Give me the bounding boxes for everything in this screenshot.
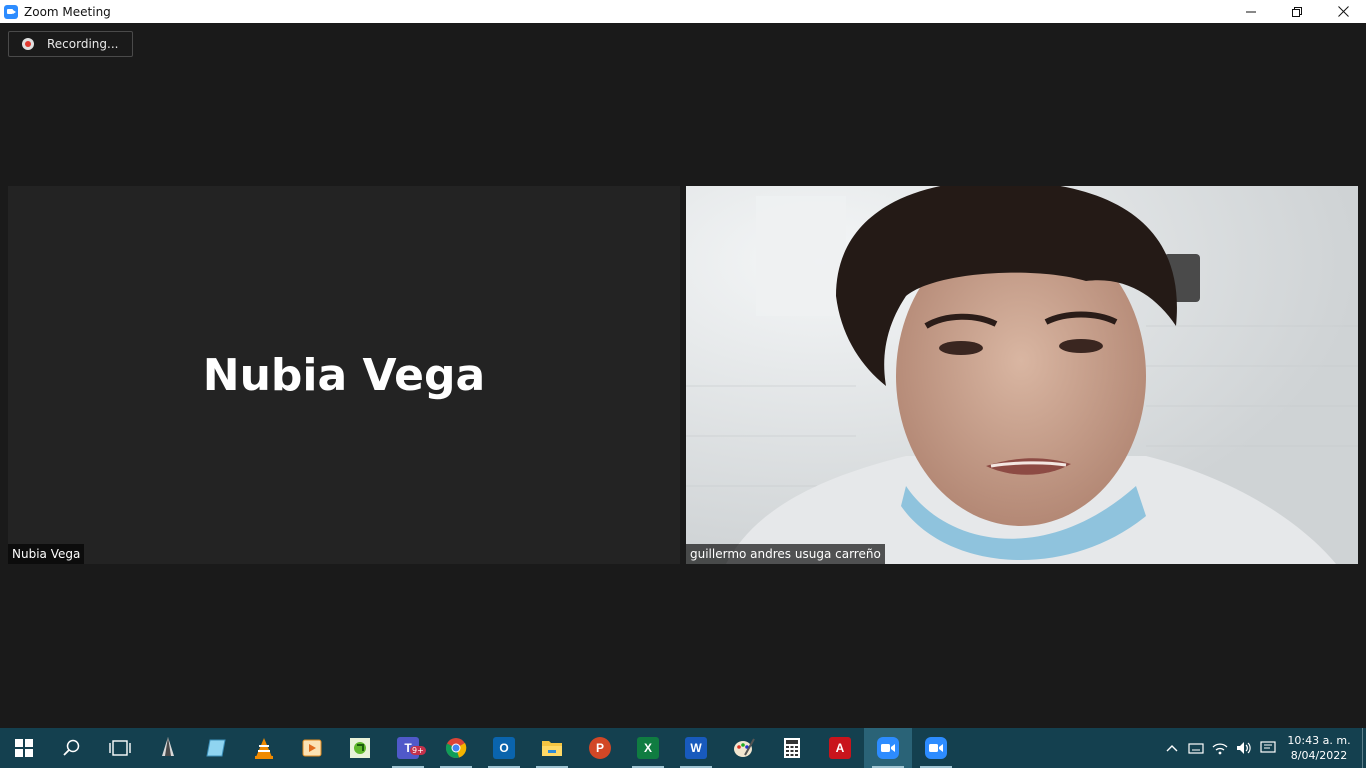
calculator-icon <box>784 738 800 758</box>
paint-icon <box>734 738 755 757</box>
taskbar-app-vlc[interactable] <box>240 728 288 768</box>
powerpoint-icon: P <box>589 737 611 759</box>
inkscape-icon <box>162 737 174 756</box>
chevron-up-icon <box>1166 745 1178 752</box>
taskbar-app-excel[interactable]: X <box>624 728 672 768</box>
meeting-area: Recording... Nubia Vega Nubia Vega guill… <box>0 23 1366 728</box>
recording-label: Recording... <box>47 37 119 51</box>
zoom-meeting-icon <box>925 737 947 759</box>
window-title: Zoom Meeting <box>24 4 111 19</box>
window-controls <box>1228 0 1366 23</box>
search-button[interactable] <box>48 728 96 768</box>
greenshot-icon <box>350 738 370 758</box>
wifi-icon <box>1212 743 1228 755</box>
teams-badge: 9+ <box>410 746 426 755</box>
taskbar-app-powerpoint[interactable]: P <box>576 728 624 768</box>
taskbar-app-paint[interactable] <box>720 728 768 768</box>
clock-date: 8/04/2022 <box>1290 749 1348 762</box>
network-button[interactable] <box>1208 728 1232 768</box>
task-view-button[interactable] <box>96 728 144 768</box>
word-icon: W <box>685 737 707 759</box>
minimize-icon <box>1246 11 1256 12</box>
volume-button[interactable] <box>1232 728 1256 768</box>
outlook-icon: O <box>493 737 515 759</box>
taskbar-app-zoom-active[interactable] <box>864 728 912 768</box>
system-tray: 10:43 a. m. 8/04/2022 <box>1160 728 1366 768</box>
participant-tile-nubia[interactable]: Nubia Vega Nubia Vega <box>8 186 680 564</box>
restore-button[interactable] <box>1274 0 1320 23</box>
zoom-icon <box>877 737 899 759</box>
file-explorer-icon <box>542 741 562 756</box>
participant-video <box>686 186 1358 564</box>
recording-dot-icon <box>22 38 34 50</box>
input-method-button[interactable] <box>1184 728 1208 768</box>
taskbar-app-teams[interactable]: T 9+ <box>384 728 432 768</box>
taskbar-app-media-player[interactable] <box>288 728 336 768</box>
speaker-icon <box>1237 742 1251 754</box>
close-button[interactable] <box>1320 0 1366 23</box>
close-icon <box>1337 6 1349 17</box>
taskbar-app-calculator[interactable] <box>768 728 816 768</box>
participant-tile-guillermo[interactable]: guillermo andres usuga carreño <box>686 186 1358 564</box>
taskbar-app-acrobat[interactable]: A <box>816 728 864 768</box>
windows-taskbar: T 9+ O P X W A 10:43 a. m. 8/04/2022 <box>0 728 1366 768</box>
taskbar-app-notepad[interactable] <box>192 728 240 768</box>
excel-icon: X <box>637 737 659 759</box>
clock-time: 10:43 a. m. <box>1287 734 1351 747</box>
restore-icon <box>1292 6 1302 17</box>
start-button[interactable] <box>0 728 48 768</box>
participant-name-label: guillermo andres usuga carreño <box>686 544 885 564</box>
task-view-icon <box>109 740 131 756</box>
keyboard-icon <box>1188 743 1204 754</box>
taskbar-app-zoom-meeting[interactable] <box>912 728 960 768</box>
participant-name-center: Nubia Vega <box>202 349 486 401</box>
taskbar-app-outlook[interactable]: O <box>480 728 528 768</box>
title-bar: Zoom Meeting <box>0 0 1366 23</box>
notification-icon <box>1260 741 1276 753</box>
acrobat-icon: A <box>829 737 851 759</box>
zoom-app-icon <box>4 4 18 19</box>
recording-indicator[interactable]: Recording... <box>8 31 133 57</box>
vlc-icon <box>255 738 273 759</box>
taskbar-app-inkscape[interactable] <box>144 728 192 768</box>
notepad-icon <box>206 739 226 757</box>
taskbar-app-file-explorer[interactable] <box>528 728 576 768</box>
chrome-icon <box>445 738 467 758</box>
media-player-icon <box>302 739 322 757</box>
minimize-button[interactable] <box>1228 0 1274 23</box>
taskbar-app-word[interactable]: W <box>672 728 720 768</box>
action-center-button[interactable] <box>1256 728 1280 768</box>
taskbar-app-chrome[interactable] <box>432 728 480 768</box>
start-icon <box>15 739 33 757</box>
show-desktop-button[interactable] <box>1362 728 1366 768</box>
search-icon <box>63 739 80 756</box>
taskbar-app-greenshot[interactable] <box>336 728 384 768</box>
show-hidden-icons-button[interactable] <box>1160 728 1184 768</box>
system-clock[interactable]: 10:43 a. m. 8/04/2022 <box>1286 733 1352 763</box>
participant-name-label: Nubia Vega <box>8 544 85 564</box>
